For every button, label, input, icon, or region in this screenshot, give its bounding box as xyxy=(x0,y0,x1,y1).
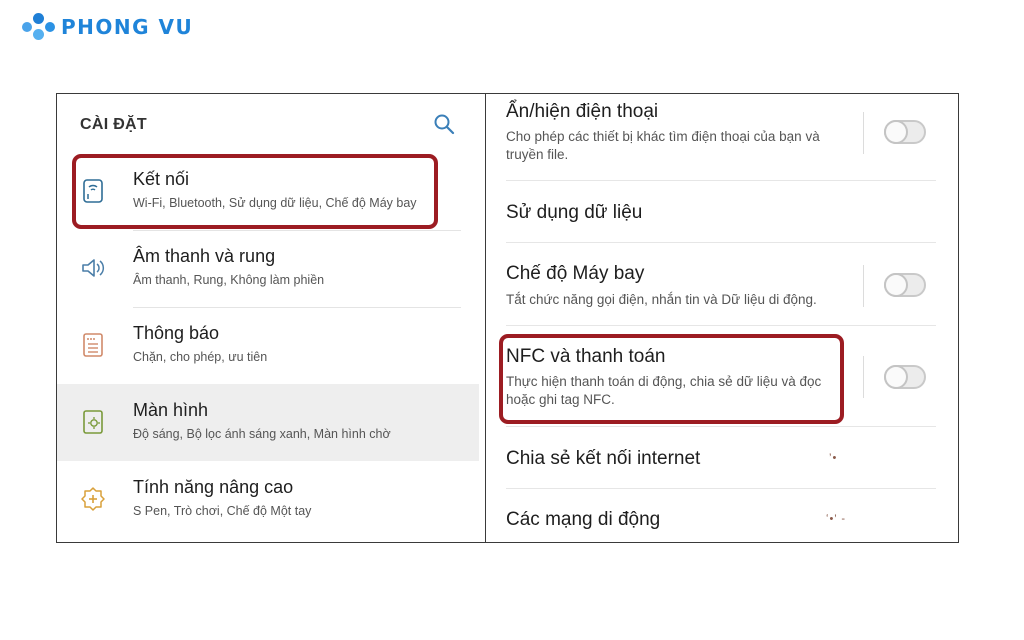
menu-item-subtitle: Wi-Fi, Bluetooth, Sử dụng dữ liệu, Chế đ… xyxy=(133,196,417,210)
menu-item-subtitle: Chặn, cho phép, ưu tiên xyxy=(133,350,268,364)
row-indicator-icon: ʻ•’ - xyxy=(826,513,847,525)
connections-settings: Ẩn/hiện điện thoại Cho phép các thiết bị… xyxy=(486,94,958,542)
setting-row-mobile-networks[interactable]: Các mạng di động ʻ•’ - xyxy=(486,489,958,542)
menu-item-advanced-features[interactable]: Tính năng nâng cao S Pen, Trò chơi, Chế … xyxy=(57,461,479,538)
brand-dots-icon xyxy=(22,12,56,42)
setting-row-nfc[interactable]: NFC và thanh toán Thực hiện thanh toán d… xyxy=(486,326,958,426)
menu-item-title: Màn hình xyxy=(133,400,209,420)
setting-row-airplane-mode[interactable]: Chế độ Máy bay Tắt chức năng gọi điện, n… xyxy=(486,243,958,325)
setting-row-data-usage[interactable]: Sử dụng dữ liệu xyxy=(486,181,958,241)
settings-menu: CÀI ĐẶT Kết nối Wi-Fi, Bluetooth, Sử dụn… xyxy=(57,94,485,542)
setting-title: Chia sẻ kết nối internet xyxy=(506,448,701,469)
brand-name: PHONG VU xyxy=(61,15,194,39)
menu-item-display[interactable]: Màn hình Độ sáng, Bộ lọc ánh sáng xanh, … xyxy=(57,384,479,461)
menu-item-subtitle: S Pen, Trò chơi, Chế độ Một tay xyxy=(133,504,312,518)
display-icon xyxy=(83,410,103,434)
setting-title: Các mạng di động xyxy=(506,509,661,530)
setting-title: Chế độ Máy bay xyxy=(506,263,645,284)
menu-item-title: Thông báo xyxy=(133,323,220,343)
setting-row-visibility[interactable]: Ẩn/hiện điện thoại Cho phép các thiết bị… xyxy=(486,94,958,180)
airplane-mode-toggle[interactable] xyxy=(884,273,926,297)
setting-description: Cho phép các thiết bị khác tìm điện thoạ… xyxy=(506,129,820,162)
setting-title: Sử dụng dữ liệu xyxy=(506,202,643,223)
toggle-knob xyxy=(884,120,908,144)
divider xyxy=(863,112,864,154)
menu-item-title: Âm thanh và rung xyxy=(133,246,276,266)
setting-title: NFC và thanh toán xyxy=(506,346,666,367)
connections-icon xyxy=(83,179,103,203)
settings-screenshot: CÀI ĐẶT Kết nối Wi-Fi, Bluetooth, Sử dụn… xyxy=(56,93,959,543)
menu-item-sound[interactable]: Âm thanh và rung Âm thanh, Rung, Không l… xyxy=(57,230,479,307)
settings-header: CÀI ĐẶT xyxy=(57,94,485,152)
brand-logo: PHONG VU xyxy=(22,11,193,43)
nfc-toggle[interactable] xyxy=(884,365,926,389)
setting-title: Ẩn/hiện điện thoại xyxy=(506,101,659,122)
advanced-features-icon xyxy=(81,487,105,511)
divider xyxy=(863,265,864,307)
toggle-knob xyxy=(884,273,908,297)
notifications-icon xyxy=(83,333,103,357)
setting-description: Tắt chức năng gọi điện, nhắn tin và Dữ l… xyxy=(506,292,817,307)
menu-item-notifications[interactable]: Thông báo Chặn, cho phép, ưu tiên xyxy=(57,307,479,384)
search-icon[interactable] xyxy=(433,113,455,135)
speaker-icon xyxy=(82,259,105,277)
menu-item-title: Tính năng nâng cao xyxy=(133,477,294,497)
menu-item-connections[interactable]: Kết nối Wi-Fi, Bluetooth, Sử dụng dữ liệ… xyxy=(57,153,479,230)
setting-description: Thực hiện thanh toán di động, chia sẻ dữ… xyxy=(506,374,822,407)
page-title: CÀI ĐẶT xyxy=(80,116,147,133)
menu-item-title: Kết nối xyxy=(133,169,190,189)
divider xyxy=(863,356,864,398)
visibility-toggle[interactable] xyxy=(884,120,926,144)
menu-item-subtitle: Âm thanh, Rung, Không làm phiền xyxy=(133,273,325,287)
toggle-knob xyxy=(884,365,908,389)
setting-row-tethering[interactable]: Chia sẻ kết nối internet ’• xyxy=(486,427,958,487)
row-indicator-icon: ’• xyxy=(829,452,838,464)
menu-item-subtitle: Độ sáng, Bộ lọc ánh sáng xanh, Màn hình … xyxy=(133,427,391,441)
